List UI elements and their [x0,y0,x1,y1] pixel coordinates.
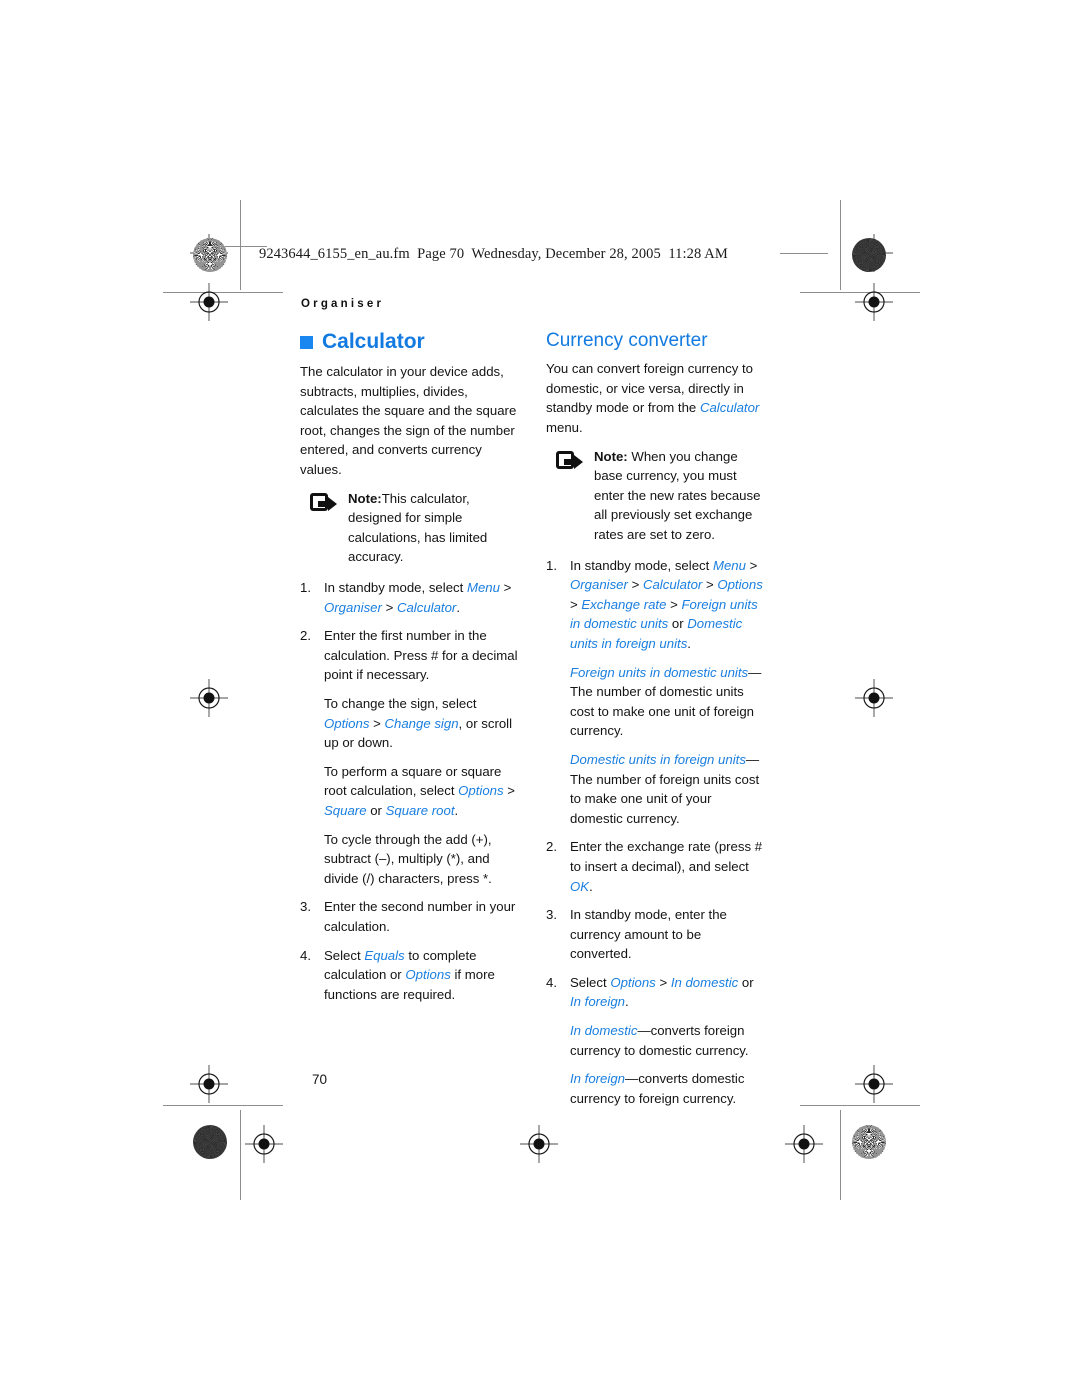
list-item: 1. In standby mode, select Menu > Organis… [546,556,766,829]
step-number: 2. [546,839,557,855]
step-number: 3. [546,907,557,923]
ui-term: Menu [466,580,500,596]
step-text: Enter the second number in your calculat… [324,899,516,934]
calculator-note-text: Note:This calculator, designed for simpl… [348,489,520,567]
ui-term: Domestic units in foreign units [570,751,746,767]
step-number: 3. [300,899,311,915]
two-column-body: Calculator The calculator in your device… [300,330,766,1117]
step-text: In standby mode, select Menu > Organiser… [324,580,512,615]
ui-term: Options [717,577,763,593]
ui-term: Equals [364,947,405,963]
ui-term: Menu [712,557,746,573]
ui-term: Options [458,783,504,799]
ui-term: Options [324,715,370,731]
list-item: 4. Select Options > In domestic or In for… [546,973,766,1109]
currency-converter-heading: Currency converter [546,330,708,351]
right-column: Currency converter You can convert forei… [546,330,766,1117]
ui-term: In foreign [570,994,625,1010]
step-text: Enter the first number in the calculatio… [324,628,518,683]
step-text: Select Equals to complete calculation or… [324,947,495,1002]
list-item: 3. Enter the second number in your calcul… [300,897,520,936]
step-number: 1. [300,580,311,596]
ui-term: In domestic [670,974,739,990]
currency-note-block: Note: When you change base currency, you… [546,447,766,545]
step-number: 4. [546,974,557,990]
step-text: Enter the exchange rate (press # to inse… [570,839,763,894]
step-subparagraph: Domestic units in foreign units—The numb… [570,751,760,826]
list-item: 1. In standby mode, select Menu > Organis… [300,578,520,617]
step-subparagraph: To cycle through the add (+), subtract (… [324,831,492,886]
ui-term: Square [324,802,367,818]
note-arrow-icon [556,450,583,474]
note-arrow-icon [310,492,337,516]
step-number: 1. [546,557,557,573]
page-number: 70 [312,1072,328,1087]
ui-term: Calculator [642,577,703,593]
ui-term: Options [610,974,656,990]
ui-term: OK [570,878,590,894]
square-bullet-icon [300,336,313,350]
currency-steps-list: 1. In standby mode, select Menu > Organis… [546,556,766,1109]
ui-term: Square root [385,802,455,818]
step-text: In standby mode, enter the currency amou… [570,907,727,962]
list-item: 2. Enter the exchange rate (press # to in… [546,837,766,896]
step-number: 2. [300,628,311,644]
step-subparagraph: To perform a square or square root calcu… [324,763,515,818]
ui-term: Calculator [396,599,457,615]
ui-term: Organiser [324,599,382,615]
step-subparagraph: Foreign units in domestic units—The numb… [570,664,762,739]
left-column: Calculator The calculator in your device… [300,330,520,1013]
ui-term: Options [405,967,451,983]
step-subparagraph: To change the sign, select Options > Cha… [324,696,513,751]
calculator-note-block: Note:This calculator, designed for simpl… [300,489,520,567]
step-text: Select Options > In domestic or In forei… [570,974,754,1010]
calculator-heading: Calculator [300,330,520,353]
step-text: In standby mode, select Menu > Organiser… [570,557,763,651]
step-subparagraph: In foreign—converts domestic currency to… [570,1071,745,1106]
list-item: 4. Select Equals to complete calculation … [300,946,520,1005]
note-label: Note: [594,448,628,464]
ui-term: In foreign [570,1071,625,1087]
ui-term: Calculator [699,400,760,416]
step-number: 4. [300,947,311,963]
calculator-steps-list: 1. In standby mode, select Menu > Organis… [300,578,520,1004]
fm-source-header: 9243644_6155_en_au.fm Page 70 Wednesday,… [259,246,728,262]
calculator-intro-paragraph: The calculator in your device adds, subt… [300,364,517,478]
ui-term: Foreign units in domestic units [570,664,749,680]
ui-term: Change sign [384,715,459,731]
list-item: 3. In standby mode, enter the currency am… [546,905,766,964]
ui-term: Exchange rate [581,596,667,612]
list-item: 2. Enter the first number in the calculat… [300,626,520,888]
currency-intro-paragraph: You can convert foreign currency to dome… [546,361,760,436]
running-head-chapter: Organiser [301,298,385,310]
ui-term: Organiser [570,577,628,593]
step-subparagraph: In domestic—converts foreign currency to… [570,1023,749,1058]
ui-term: In domestic [570,1023,638,1039]
document-page: 9243644_6155_en_au.fm Page 70 Wednesday,… [0,0,1080,1397]
note-label: Note: [348,490,382,506]
calculator-heading-label: Calculator [322,330,425,353]
currency-note-text: Note: When you change base currency, you… [594,447,766,545]
